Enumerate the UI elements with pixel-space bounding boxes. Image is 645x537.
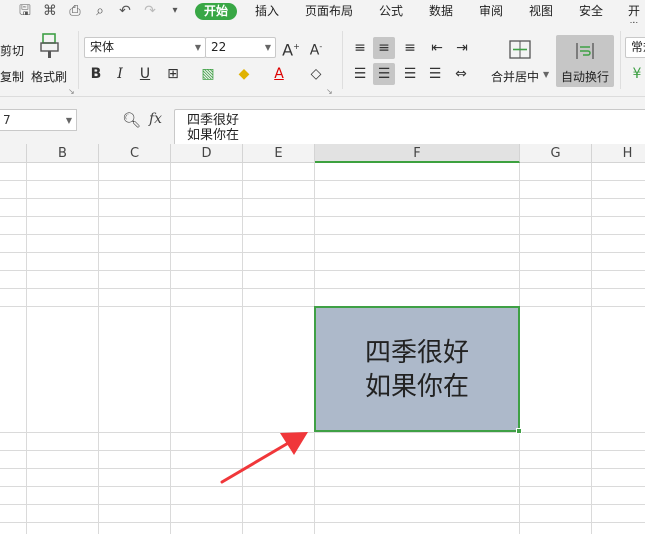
chevron-down-icon[interactable]: ▼ (543, 70, 549, 79)
chevron-down-icon[interactable]: ▼ (66, 111, 72, 131)
font-name-value: 宋体 (90, 40, 115, 54)
italic-icon[interactable]: I (109, 63, 131, 85)
group-divider (620, 31, 621, 89)
justify-icon[interactable]: ☰ (424, 63, 446, 85)
column-header-f[interactable]: F (315, 144, 520, 163)
font-size-select[interactable]: 22 ▼ (205, 37, 276, 58)
column-header-e[interactable]: E (243, 144, 315, 163)
bold-icon[interactable]: B (85, 63, 107, 85)
name-box-value: 7 (3, 113, 11, 127)
ribbon: 剪切 复制 格式刷 ↘ 宋体 ▼ 22 ▼ A+ A- B I U ⊞ ▧ ◆ … (0, 23, 645, 97)
merge-center-icon[interactable] (508, 38, 532, 62)
tab-security[interactable]: 安全 (579, 3, 603, 20)
merge-center-button[interactable]: 合并居中 (491, 68, 539, 85)
font-size-value: 22 (211, 40, 227, 54)
increase-indent-icon[interactable]: ⇥ (451, 37, 473, 59)
font-name-select[interactable]: 宋体 ▼ (84, 37, 206, 58)
tab-data[interactable]: 数据 (429, 3, 453, 20)
align-middle-icon[interactable]: ≡ (373, 37, 395, 59)
number-format-value: 常规 (631, 40, 645, 54)
currency-icon[interactable]: ¥ (626, 63, 645, 85)
column-header-h[interactable]: H (592, 144, 645, 163)
wrap-text-icon (573, 39, 597, 63)
column-header-row: B C D E F G H (0, 144, 645, 163)
decrease-indent-icon[interactable]: ⇤ (426, 37, 448, 59)
group-divider (342, 31, 343, 89)
wrap-text-button[interactable]: 自动换行 (556, 35, 614, 87)
borders-icon[interactable]: ⊞ (162, 63, 184, 85)
fill-color-icon[interactable]: ◆ (233, 63, 255, 85)
formula-line-1: 四季很好 (187, 113, 240, 128)
cut-button[interactable]: 剪切 (0, 42, 24, 59)
format-painter-icon[interactable] (38, 31, 62, 61)
column-header-b[interactable]: B (27, 144, 99, 163)
menu-bar: 🖫 ⌘ ⎙ ⌕ ↶ ↷ ▾ 开始 插入 页面布局 公式 数据 审阅 视图 安全 … (0, 0, 645, 35)
chevron-down-icon: ▼ (194, 43, 201, 52)
tab-developer[interactable]: 开发 (628, 3, 645, 35)
chevron-down-icon: ▼ (264, 43, 271, 52)
column-header-g[interactable]: G (520, 144, 592, 163)
clear-format-icon[interactable]: ◇ (305, 63, 327, 85)
format-painter-label[interactable]: 格式刷 (31, 68, 67, 85)
wrap-text-label: 自动换行 (561, 70, 610, 84)
redo-icon[interactable]: ↷ (141, 2, 159, 20)
font-launcher-icon[interactable]: ↘ (326, 87, 333, 96)
fill-handle[interactable] (516, 428, 522, 434)
tab-page-layout[interactable]: 页面布局 (305, 3, 353, 20)
customize-toolbar-icon[interactable]: ▾ (166, 2, 184, 20)
save-icon[interactable]: 🖫 (16, 2, 34, 20)
cell-text-line-1: 四季很好 (364, 338, 469, 368)
formula-line-2: 如果你在 (187, 128, 240, 143)
align-center-icon[interactable]: ☰ (373, 63, 395, 85)
align-bottom-icon[interactable]: ≡ (399, 37, 421, 59)
distributed-align-icon[interactable]: ⇔ (450, 63, 472, 85)
font-color-icon[interactable]: A (268, 63, 290, 85)
increase-font-icon[interactable]: A+ (280, 36, 302, 59)
selected-cell-f[interactable]: 四季很好 如果你在 (314, 306, 520, 432)
align-left-icon[interactable]: ☰ (349, 63, 371, 85)
underline-icon[interactable]: U (134, 63, 156, 85)
decrease-font-icon[interactable]: A- (305, 36, 327, 59)
print-preview-icon[interactable]: ⌕ (91, 2, 109, 20)
clipboard-launcher-icon[interactable]: ↘ (68, 87, 75, 96)
tab-review[interactable]: 审阅 (479, 3, 503, 20)
cell-fill-icon[interactable]: ▧ (197, 63, 219, 85)
tab-formulas[interactable]: 公式 (379, 3, 403, 20)
zoom-lookup-icon[interactable]: 🔍︎ (122, 111, 141, 129)
tab-insert[interactable]: 插入 (255, 3, 279, 20)
column-header-d[interactable]: D (171, 144, 243, 163)
align-right-icon[interactable]: ☰ (399, 63, 421, 85)
smart-toolbox-icon[interactable]: ⌘ (41, 2, 59, 20)
copy-button[interactable]: 复制 (0, 68, 24, 85)
number-format-select[interactable]: 常规 (625, 37, 645, 58)
align-top-icon[interactable]: ≡ (349, 37, 371, 59)
formula-bar: 7 ▼ 🔍︎ fx 四季很好 如果你在 (0, 97, 645, 146)
undo-icon[interactable]: ↶ (116, 2, 134, 20)
print-icon[interactable]: ⎙ (66, 2, 84, 20)
annotation-arrow-icon (220, 432, 308, 484)
column-header-c[interactable]: C (99, 144, 171, 163)
fx-icon[interactable]: fx (149, 111, 162, 127)
name-box[interactable]: 7 ▼ (0, 109, 77, 131)
formula-input[interactable]: 四季很好 如果你在 (174, 109, 645, 146)
column-header-a[interactable] (0, 144, 27, 163)
group-divider (78, 31, 79, 89)
tab-view[interactable]: 视图 (529, 3, 553, 20)
cell-text-line-2: 如果你在 (364, 372, 469, 402)
tab-home[interactable]: 开始 (195, 3, 238, 20)
